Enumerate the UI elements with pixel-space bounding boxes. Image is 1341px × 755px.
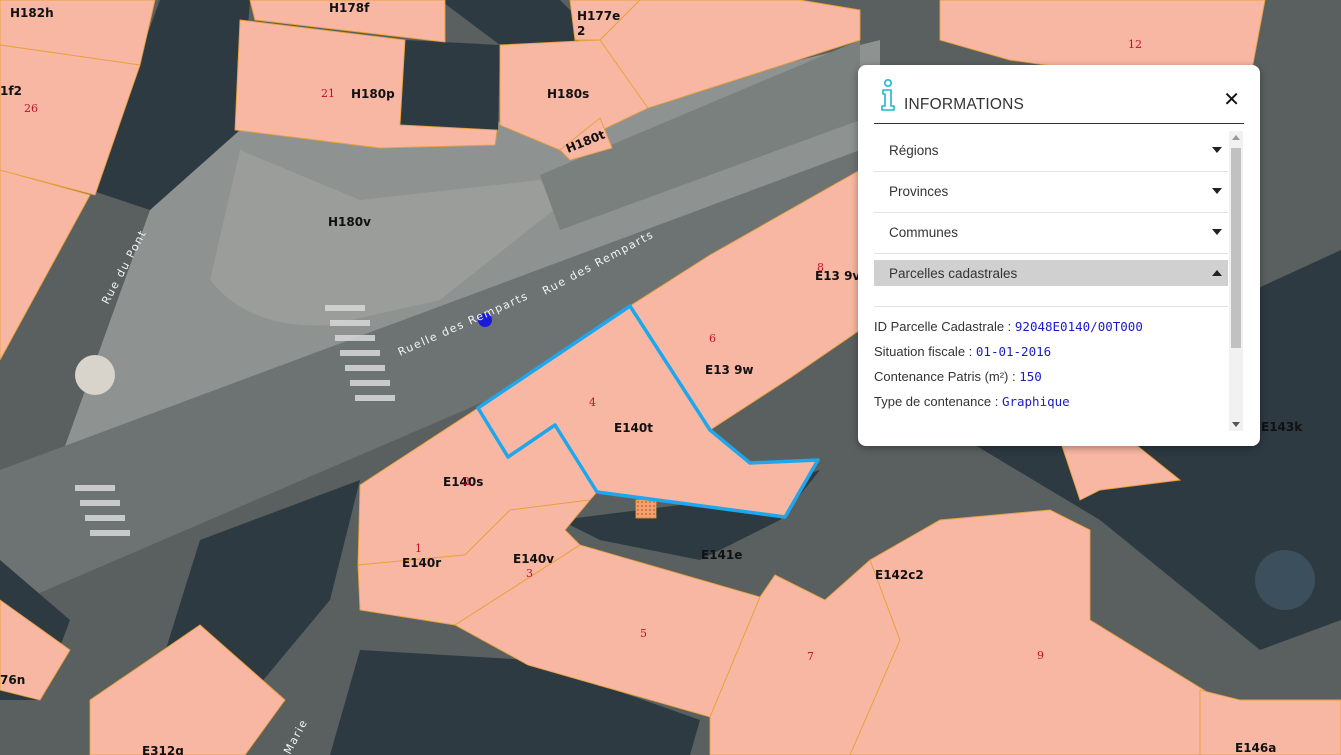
detail-label: Situation fiscale : [874, 344, 976, 359]
accordion-label: Parcelles cadastrales [889, 266, 1018, 281]
scrollbar-thumb[interactable] [1231, 148, 1241, 348]
parcel-label: E141e [701, 548, 742, 562]
parcel-label: E312q [142, 744, 184, 755]
accordion-parcelles-cadastrales[interactable]: Parcelles cadastrales [874, 260, 1228, 286]
detail-row-type: Type de contenance : Graphique [874, 394, 1228, 419]
close-icon[interactable]: ✕ [1223, 89, 1240, 109]
parcel-details: ID Parcelle Cadastrale : 92048E0140/00T0… [874, 319, 1228, 419]
info-icon [879, 78, 897, 115]
parcel-label: E140r [402, 556, 441, 570]
parcel-label: H180s [547, 87, 589, 101]
parcel-number: 5 [640, 627, 647, 640]
chevron-down-icon [1212, 229, 1222, 235]
accordion-label: Provinces [889, 184, 949, 199]
parcel-number: 12 [1128, 38, 1142, 51]
parcel-label: 1f2 [0, 84, 22, 98]
small-parcel-hatched[interactable] [635, 499, 657, 519]
information-panel: INFORMATIONS ✕ Régions Provinces Commune… [858, 65, 1260, 446]
parcel-number: 26 [24, 102, 38, 115]
panel-title: INFORMATIONS [904, 96, 1025, 113]
parcel-label: E143k [1261, 420, 1303, 434]
parcel-label: 76n [0, 673, 25, 687]
parcel-number: 6 [709, 332, 716, 345]
detail-value: Graphique [1001, 394, 1070, 409]
parcel-label: E13 9v [815, 269, 860, 283]
parcel-label: H177e [577, 9, 620, 23]
detail-value: 92048E0140/00T000 [1014, 319, 1143, 334]
accordion-label: Communes [889, 225, 959, 240]
parcel-number: 9 [1037, 649, 1044, 662]
accordion: Régions Provinces Communes Parcelles cad… [874, 131, 1228, 286]
detail-label: ID Parcelle Cadastrale : [874, 319, 1015, 334]
detail-row-situation: Situation fiscale : 01-01-2016 [874, 344, 1228, 369]
detail-value: 150 [1019, 369, 1042, 384]
detail-label: Type de contenance : [874, 394, 1002, 409]
parcel-label: H180p [351, 87, 395, 101]
parcel-label: 2 [577, 24, 585, 38]
round-tree [1255, 550, 1315, 610]
parcel-number: 21 [321, 87, 335, 100]
parcel-label: H182h [10, 6, 54, 20]
parcel-label: E142c2 [875, 568, 924, 582]
parcel-number: 7 [807, 650, 814, 663]
accordion-regions[interactable]: Régions [874, 131, 1228, 172]
accordion-label: Régions [889, 143, 939, 158]
chevron-up-icon [1212, 270, 1222, 276]
parcel-label: H178f [329, 1, 370, 15]
chevron-down-icon [1212, 147, 1222, 153]
detail-label: Contenance Patris (m²) : [874, 369, 1020, 384]
parcel-label: E140v [513, 552, 554, 566]
parcel-label: E140t [614, 421, 653, 435]
fountain [75, 355, 115, 395]
parcel-label: H180v [328, 215, 371, 229]
parcel-number: 2 [463, 475, 470, 488]
scrollbar[interactable] [1229, 131, 1243, 431]
scroll-up-icon[interactable] [1232, 135, 1240, 140]
parcel-label: E146a [1235, 741, 1276, 755]
parcel-number: 3 [526, 567, 533, 580]
scroll-down-icon[interactable] [1232, 422, 1240, 427]
detail-row-contenance: Contenance Patris (m²) : 150 [874, 369, 1228, 394]
detail-row-id: ID Parcelle Cadastrale : 92048E0140/00T0… [874, 319, 1228, 344]
chevron-down-icon [1212, 188, 1222, 194]
panel-header: INFORMATIONS ✕ [874, 77, 1244, 124]
parcel-number: 1 [415, 542, 422, 555]
accordion-communes[interactable]: Communes [874, 213, 1228, 254]
parcel-number: 4 [589, 396, 596, 409]
detail-value: 01-01-2016 [975, 344, 1052, 359]
accordion-provinces[interactable]: Provinces [874, 172, 1228, 213]
parcel-label: E13 9w [705, 363, 754, 377]
divider [874, 306, 1228, 307]
